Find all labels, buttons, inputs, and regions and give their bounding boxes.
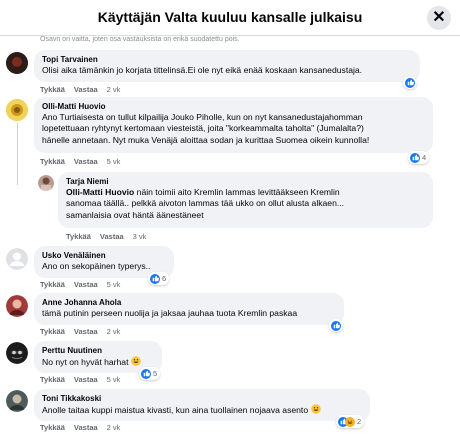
reply-link[interactable]: Vastaa bbox=[74, 423, 98, 432]
comment-time[interactable]: 5 vk bbox=[107, 280, 121, 289]
comment-bubble: Topi Tarvainen Olisi aika tämänkin jo ko… bbox=[34, 50, 420, 82]
like-link[interactable]: Tykkää bbox=[40, 280, 65, 289]
comment-text-line: No nyt on hyvät harhat bbox=[42, 357, 129, 367]
grin-emoji-icon bbox=[310, 404, 321, 414]
grin-emoji-icon bbox=[131, 356, 141, 366]
reaction-count: 2 bbox=[357, 417, 362, 426]
like-link[interactable]: Tykkää bbox=[40, 85, 65, 94]
comment-text: Olli-Matti Huovio näin toimii aito Kreml… bbox=[66, 187, 425, 198]
comment-author[interactable]: Tarja Niemi bbox=[66, 176, 425, 187]
comment-author[interactable]: Perttu Nuutinen bbox=[42, 345, 154, 356]
dialog-title: Käyttäjän Valta kuuluu kansalle julkaisu bbox=[97, 9, 363, 25]
haha-reaction-icon bbox=[345, 416, 355, 427]
comment-text: sanomaa täällä.. pelkkä aivoton lammas t… bbox=[66, 198, 345, 209]
avatar[interactable] bbox=[38, 175, 54, 191]
comment-actions: Tykkää Vastaa 5 vk bbox=[40, 157, 129, 166]
like-link[interactable]: Tykkää bbox=[40, 327, 65, 336]
like-reaction-icon bbox=[410, 152, 420, 163]
comment-bubble: Anne Johanna Ahola tämä putinin perseen … bbox=[34, 293, 344, 325]
like-reaction-icon bbox=[331, 320, 341, 331]
reply-link[interactable]: Vastaa bbox=[74, 375, 98, 384]
filter-notice: Osavn on vaitta, joten osa vastauksista … bbox=[40, 36, 240, 43]
comment-author[interactable]: Usko Venäläinen bbox=[42, 250, 166, 261]
comment-author[interactable]: Toni Tikkakoski bbox=[42, 393, 362, 404]
mention-link[interactable]: Olli-Matti Huovio bbox=[66, 187, 134, 197]
reaction-count: 4 bbox=[422, 153, 427, 162]
comment-text: samanlaisia ovat häntä äänestäneet bbox=[66, 209, 204, 220]
comment-bubble: Tarja Niemi Olli-Matti Huovio näin toimi… bbox=[58, 172, 433, 228]
comment-bubble: Olli-Matti Huovio Ano Turtiaisesta on tu… bbox=[34, 97, 433, 153]
comment-actions: Tykkää Vastaa 2 vk bbox=[40, 327, 129, 336]
comment-time[interactable]: 5 vk bbox=[107, 157, 121, 166]
like-link[interactable]: Tykkää bbox=[40, 157, 65, 166]
like-reaction-icon bbox=[150, 273, 160, 284]
avatar[interactable] bbox=[6, 390, 28, 412]
comment-text: Olisi aika tämänkin jo korjata tittelins… bbox=[42, 65, 363, 75]
reaction-summary[interactable] bbox=[403, 76, 417, 89]
comment-text: No nyt on hyvät harhat bbox=[42, 356, 154, 368]
like-link[interactable]: Tykkää bbox=[66, 232, 91, 241]
avatar[interactable] bbox=[6, 295, 28, 317]
like-reaction-icon bbox=[405, 77, 415, 88]
reaction-summary[interactable]: 2 bbox=[336, 415, 365, 428]
reply-link[interactable]: Vastaa bbox=[74, 157, 98, 166]
reaction-count: 6 bbox=[162, 274, 167, 283]
comment-author[interactable]: Olli-Matti Huovio bbox=[42, 101, 425, 112]
close-icon: ✕ bbox=[432, 9, 446, 26]
comment-text: Ano Turtiaisesta on tullut kilpailija Jo… bbox=[42, 112, 363, 122]
avatar[interactable] bbox=[6, 52, 28, 74]
comment-actions: Tykkää Vastaa 5 vk bbox=[40, 375, 129, 384]
reaction-summary[interactable] bbox=[329, 319, 343, 332]
comment-author[interactable]: Anne Johanna Ahola bbox=[42, 297, 336, 308]
reply-link[interactable]: Vastaa bbox=[74, 85, 98, 94]
comment-time[interactable]: 2 vk bbox=[107, 423, 121, 432]
comment-text: lopetettuaan ryhtynyt kertomaan viesteis… bbox=[42, 123, 364, 134]
reaction-summary[interactable]: 4 bbox=[408, 151, 430, 164]
comment-time[interactable]: 2 vk bbox=[107, 85, 121, 94]
avatar[interactable] bbox=[6, 248, 28, 270]
avatar[interactable] bbox=[6, 342, 28, 364]
reaction-count: 5 bbox=[153, 369, 158, 378]
reaction-summary[interactable]: 5 bbox=[139, 367, 161, 380]
reply-thread-line bbox=[17, 123, 18, 185]
comment-actions: Tykkää Vastaa 3 vk bbox=[66, 232, 155, 241]
comment-text-line: Anolle taitaa kuppi maistua kivasti, kun… bbox=[42, 405, 309, 415]
reaction-summary[interactable]: 6 bbox=[148, 272, 170, 285]
comment-text: hänelle annetaan. Nyt muka Venäjä aloitt… bbox=[42, 134, 370, 145]
avatar[interactable] bbox=[6, 99, 28, 121]
reply-link[interactable]: Vastaa bbox=[100, 232, 124, 241]
comment-actions: Tykkää Vastaa 2 vk bbox=[40, 423, 129, 432]
reply-link[interactable]: Vastaa bbox=[74, 280, 98, 289]
comment-time[interactable]: 5 vk bbox=[107, 375, 121, 384]
dialog-header: Käyttäjän Valta kuuluu kansalle julkaisu… bbox=[0, 0, 460, 36]
comment-text: Anolle taitaa kuppi maistua kivasti, kun… bbox=[42, 404, 362, 416]
like-reaction-icon bbox=[141, 368, 151, 379]
comment-actions: Tykkää Vastaa 5 vk bbox=[40, 280, 129, 289]
like-link[interactable]: Tykkää bbox=[40, 423, 65, 432]
comment-actions: Tykkää Vastaa 2 vk bbox=[40, 85, 129, 94]
comment-author[interactable]: Topi Tarvainen bbox=[42, 54, 412, 65]
comment-time[interactable]: 3 vk bbox=[133, 232, 147, 241]
comment-time[interactable]: 2 vk bbox=[107, 327, 121, 336]
comment-text: Ano on sekopäinen typerys.. bbox=[42, 261, 151, 271]
comment-text: tämä putinin perseen nuolija ja jaksaa j… bbox=[42, 308, 298, 318]
comment-bubble: Toni Tikkakoski Anolle taitaa kuppi mais… bbox=[34, 389, 370, 421]
close-button[interactable]: ✕ bbox=[427, 6, 451, 30]
reply-link[interactable]: Vastaa bbox=[74, 327, 98, 336]
like-link[interactable]: Tykkää bbox=[40, 375, 65, 384]
comment-text-line: näin toimii aito Kremlin lammas levittää… bbox=[134, 187, 340, 197]
